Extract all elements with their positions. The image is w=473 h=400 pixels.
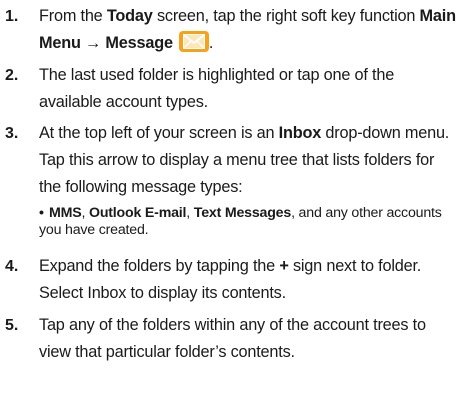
inbox-label: Inbox [278,124,322,142]
step-line: From the Today screen, tap the right sof… [39,7,456,25]
bullet-item: • MMS, Outlook E-mail, Text Messages, and… [39,205,465,239]
instruction-page: 1. From the Today screen, tap the right … [0,0,473,400]
main-label: Main [419,7,456,25]
step-line: Tap any of the folders within any of the… [39,316,426,334]
step-text: At the top left of your screen is an Inb… [39,120,465,201]
step-line: available account types. [39,93,208,111]
outlook-label: Outlook E-mail [88,205,187,221]
today-label: Today [106,7,153,25]
step-line: Expand the folders by tapping the + sign… [39,257,422,275]
bullet-dot: • [39,205,44,221]
step-text: The last used folder is highlighted or t… [39,62,465,116]
mms-label: MMS [49,205,82,221]
step-number: 1. [5,8,19,25]
step-text: From the Today screen, tap the right sof… [39,3,465,57]
step-line: the following message types: [39,178,243,196]
step-line: At the top left of your screen is an Inb… [39,124,450,142]
text-messages-label: Text Messages [193,205,292,221]
step-line: view that particular folder’s contents. [39,343,295,361]
menu-message-label: Menu → Message [39,34,173,52]
step-number: 3. [5,125,19,142]
step-line: Select Inbox to display its contents. [39,284,286,302]
step-text: Expand the folders by tapping the + sign… [39,253,465,307]
step-line: The last used folder is highlighted or t… [39,66,395,84]
step-line: Tap this arrow to display a menu tree th… [39,151,435,169]
step-number: 2. [5,67,19,84]
bullet-line: you have created. [39,222,149,238]
envelope-icon [178,31,209,52]
step-line: Menu → Message. [39,30,465,57]
plus-sign: + [279,257,289,275]
step-number: 4. [5,258,19,275]
step-text: Tap any of the folders within any of the… [39,312,465,366]
bullet-line: • MMS, Outlook E-mail, Text Messages, and… [39,205,442,221]
step-number: 5. [5,317,19,334]
